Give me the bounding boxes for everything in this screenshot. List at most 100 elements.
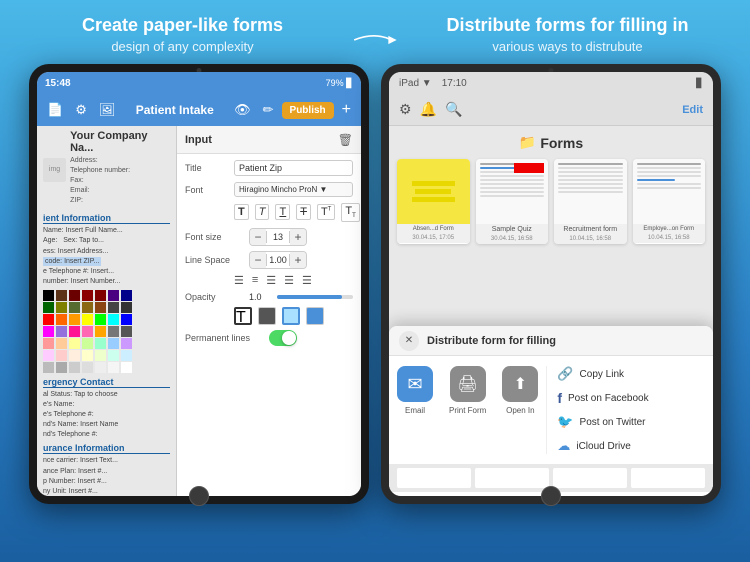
home-button-left[interactable] xyxy=(189,486,209,506)
color-swatch[interactable] xyxy=(56,314,67,325)
color-swatch[interactable] xyxy=(69,314,80,325)
color-swatch[interactable] xyxy=(82,290,93,301)
color-swatch[interactable] xyxy=(121,314,132,325)
color-swatch[interactable] xyxy=(82,302,93,313)
form-thumb-small-3[interactable] xyxy=(553,468,627,488)
doc-icon[interactable]: 📄 xyxy=(43,100,67,120)
color-swatch[interactable] xyxy=(121,350,132,361)
font-select[interactable]: Hiragino Mincho ProN ▼ xyxy=(234,182,353,197)
font-size-plus[interactable]: + xyxy=(290,229,306,245)
color-swatch[interactable] xyxy=(95,362,106,373)
color-swatch[interactable] xyxy=(121,338,132,349)
superscript-btn[interactable]: TT xyxy=(317,204,335,220)
edit-button[interactable]: Edit xyxy=(682,104,703,116)
font-size-minus[interactable]: − xyxy=(250,229,266,245)
dist-email[interactable]: ✉ Email xyxy=(397,366,433,415)
bell-icon[interactable]: 🔔 xyxy=(420,101,437,118)
color-swatch[interactable] xyxy=(95,302,106,313)
form-thumb-quiz[interactable]: Sample Quiz 30.04.15, 16:58 xyxy=(476,159,549,244)
align-justify-icon[interactable]: ☰ xyxy=(284,274,294,287)
color-swatch[interactable] xyxy=(82,362,93,373)
color-swatch[interactable] xyxy=(108,314,119,325)
color-swatch[interactable] xyxy=(95,338,106,349)
form-thumb-employee[interactable]: Employe...on Form 10.04.15, 16:58 xyxy=(633,159,706,244)
color-swatch[interactable] xyxy=(43,290,54,301)
color-swatch[interactable] xyxy=(108,302,119,313)
color-swatch[interactable] xyxy=(69,290,80,301)
align-right-icon[interactable]: ☰ xyxy=(266,274,276,287)
form-thumb-small-4[interactable] xyxy=(631,468,705,488)
color-swatch[interactable] xyxy=(95,326,106,337)
color-picker[interactable] xyxy=(43,290,133,373)
align-extra-icon[interactable]: ☰ xyxy=(302,274,312,287)
color-swatch[interactable] xyxy=(82,326,93,337)
strikethrough-btn[interactable]: T xyxy=(296,204,311,220)
subscript-btn[interactable]: TT xyxy=(341,203,359,221)
color-swatch[interactable] xyxy=(82,314,93,325)
color-swatch[interactable] xyxy=(56,338,67,349)
color-swatch[interactable] xyxy=(95,314,106,325)
icloud-option[interactable]: ☁ iCloud Drive xyxy=(557,438,705,454)
color-swatch[interactable] xyxy=(121,302,132,313)
color-swatch[interactable] xyxy=(108,362,119,373)
underline-btn[interactable]: T xyxy=(275,204,290,220)
color-swatch[interactable] xyxy=(56,326,67,337)
form-thumb-sticky[interactable]: Absen...d Form 30.04.15, 17:05 xyxy=(397,159,470,244)
search-icon[interactable]: 🔍 xyxy=(445,101,462,118)
color-swatch[interactable] xyxy=(108,326,119,337)
align-center-icon[interactable]: ≡ xyxy=(252,274,258,286)
twitter-option[interactable]: 🐦 Post on Twitter xyxy=(557,414,705,430)
color-swatch[interactable] xyxy=(95,350,106,361)
bold-btn[interactable]: T xyxy=(234,204,249,220)
dist-close-button[interactable]: ✕ xyxy=(399,331,419,351)
gear-icon[interactable]: ⚙ xyxy=(71,100,91,120)
color-swatch[interactable] xyxy=(82,350,93,361)
image-icon[interactable]: 🖼 xyxy=(95,100,120,120)
color-swatch[interactable] xyxy=(43,362,54,373)
color-swatch[interactable] xyxy=(121,362,132,373)
color-swatch[interactable] xyxy=(43,326,54,337)
settings-icon[interactable]: ⚙ xyxy=(399,101,412,118)
color-swatch[interactable] xyxy=(108,338,119,349)
color-swatch[interactable] xyxy=(43,314,54,325)
form-thumb-small-1[interactable] xyxy=(397,468,471,488)
color-swatch[interactable] xyxy=(69,302,80,313)
line-space-plus[interactable]: + xyxy=(290,252,306,268)
color-swatch[interactable] xyxy=(43,350,54,361)
eye-icon[interactable]: 👁 xyxy=(230,100,255,120)
panel-close-icon[interactable]: 🗑 xyxy=(338,133,353,147)
color-swatch[interactable] xyxy=(69,350,80,361)
color-accent[interactable] xyxy=(306,307,324,325)
copy-link-option[interactable]: 🔗 Copy Link xyxy=(557,366,705,382)
color-bg-light[interactable] xyxy=(282,307,300,325)
title-input[interactable]: Patient Zip xyxy=(234,160,353,176)
color-swatch[interactable] xyxy=(108,350,119,361)
pencil-icon[interactable]: ✏ xyxy=(259,100,278,120)
color-swatch[interactable] xyxy=(121,326,132,337)
color-bg-dark[interactable] xyxy=(258,307,276,325)
color-swatch[interactable] xyxy=(43,338,54,349)
form-thumb-small-2[interactable] xyxy=(475,468,549,488)
color-swatch[interactable] xyxy=(69,326,80,337)
color-text[interactable]: T xyxy=(234,307,252,325)
color-swatch[interactable] xyxy=(56,290,67,301)
color-swatch[interactable] xyxy=(121,290,132,301)
dist-open-in[interactable]: ⬆ Open In xyxy=(502,366,538,415)
form-thumb-recruitment[interactable]: Recruitment form 10.04.15, 16:58 xyxy=(554,159,627,244)
add-icon[interactable]: + xyxy=(338,101,355,119)
perm-lines-toggle[interactable] xyxy=(269,330,297,346)
color-swatch[interactable] xyxy=(69,338,80,349)
color-swatch[interactable] xyxy=(56,350,67,361)
opacity-slider[interactable] xyxy=(277,295,353,299)
color-swatch[interactable] xyxy=(56,362,67,373)
line-space-minus[interactable]: − xyxy=(250,252,266,268)
color-swatch[interactable] xyxy=(95,290,106,301)
color-swatch[interactable] xyxy=(108,290,119,301)
dist-print[interactable]: 🖨 Print Form xyxy=(449,366,486,415)
color-swatch[interactable] xyxy=(69,362,80,373)
home-button-right[interactable] xyxy=(541,486,561,506)
color-swatch[interactable] xyxy=(43,302,54,313)
align-left-icon[interactable]: ☰ xyxy=(234,274,244,287)
color-swatch[interactable] xyxy=(56,302,67,313)
publish-button[interactable]: Publish xyxy=(282,102,334,119)
